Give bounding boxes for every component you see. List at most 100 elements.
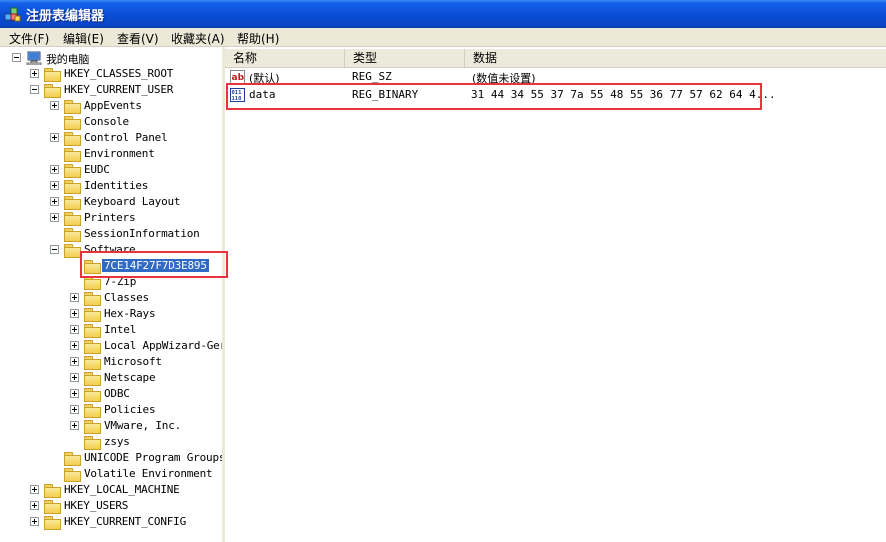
collapse-icon[interactable]: [30, 85, 39, 94]
folder-icon: [84, 372, 101, 386]
expand-icon[interactable]: [70, 357, 79, 366]
tree-node-label: Netscape: [104, 371, 156, 384]
folder-icon: [84, 388, 101, 402]
tree-node-label: Console: [84, 115, 129, 128]
expand-icon[interactable]: [70, 293, 79, 302]
folder-icon: [84, 404, 101, 418]
registry-tree[interactable]: 我的电脑 HKEY_CLASSES_ROOT HKEY_CURRENT_USER A…: [0, 47, 223, 542]
tree-node-label: zsys: [104, 435, 130, 448]
folder-icon: [44, 84, 61, 98]
tree-node-label: EUDC: [84, 163, 110, 176]
folder-icon: [64, 468, 81, 482]
tree-node-label: Control Panel: [84, 131, 168, 144]
folder-icon: [64, 180, 81, 194]
folder-icon: [44, 500, 61, 514]
svg-text:ab: ab: [232, 73, 245, 83]
value-data: 31 44 34 55 37 7a 55 48 55 36 77 57 62 6…: [471, 88, 776, 101]
folder-icon: [84, 308, 101, 322]
folder-icon: [84, 324, 101, 338]
expand-icon[interactable]: [70, 421, 79, 430]
regedit-icon: [4, 7, 21, 22]
expand-icon[interactable]: [30, 501, 39, 510]
folder-icon: [64, 148, 81, 162]
value-type: REG_SZ: [352, 70, 392, 83]
svg-text:110: 110: [232, 96, 242, 102]
expand-icon[interactable]: [30, 517, 39, 526]
folder-icon: [64, 116, 81, 130]
tree-node-label: HKEY_CURRENT_CONFIG: [64, 515, 187, 528]
tree-node-label: Identities: [84, 179, 149, 192]
column-header-type[interactable]: 类型: [345, 49, 465, 67]
window-title: 注册表编辑器: [26, 9, 105, 24]
tree-node-label: Intel: [104, 323, 137, 336]
menu-file[interactable]: 文件(F): [9, 30, 49, 47]
expand-icon[interactable]: [50, 181, 59, 190]
expand-icon[interactable]: [70, 325, 79, 334]
folder-icon: [84, 436, 101, 450]
folder-icon: [64, 196, 81, 210]
tree-node-label: Policies: [104, 403, 156, 416]
folder-icon: [64, 100, 81, 114]
expand-icon[interactable]: [70, 309, 79, 318]
expand-icon[interactable]: [70, 341, 79, 350]
tree-node-label: HKEY_LOCAL_MACHINE: [64, 483, 180, 496]
menu-favorites[interactable]: 收藏夹(A): [171, 30, 225, 47]
tree-node-label: Environment: [84, 147, 155, 160]
expand-icon[interactable]: [50, 133, 59, 142]
tree-node-label: Software: [84, 243, 136, 256]
tree-node-label: HKEY_CLASSES_ROOT: [64, 67, 174, 80]
tree-node-label: AppEvents: [84, 99, 142, 112]
tree-node-label: SessionInformation: [84, 227, 200, 240]
folder-icon: [64, 228, 81, 242]
folder-icon: [64, 452, 81, 466]
folder-icon: [64, 212, 81, 226]
expand-icon[interactable]: [50, 213, 59, 222]
tree-node-label: Classes: [104, 291, 149, 304]
expand-icon[interactable]: [70, 405, 79, 414]
menu-help[interactable]: 帮助(H): [237, 30, 279, 47]
expand-icon[interactable]: [30, 69, 39, 78]
value-data: (数值未设置): [472, 72, 536, 85]
binary-value-icon: 011 110: [230, 88, 245, 102]
folder-icon: [44, 516, 61, 530]
tree-node-label: 7-Zip: [104, 275, 137, 288]
expand-icon[interactable]: [50, 165, 59, 174]
list-header: 名称 类型 数据: [225, 49, 886, 68]
tree-node-label: UNICODE Program Groups: [84, 451, 223, 464]
folder-icon: [84, 260, 101, 274]
expand-icon[interactable]: [50, 101, 59, 110]
folder-icon: [44, 484, 61, 498]
list-row-default[interactable]: ab (默认) REG_SZ (数值未设置): [225, 69, 886, 86]
tree-node-label: HKEY_USERS: [64, 499, 129, 512]
expand-icon[interactable]: [70, 389, 79, 398]
expand-icon[interactable]: [70, 373, 79, 382]
tree-node-label: Keyboard Layout: [84, 195, 181, 208]
tree-node-label: Microsoft: [104, 355, 162, 368]
folder-icon: [64, 244, 81, 258]
expand-icon[interactable]: [50, 197, 59, 206]
collapse-icon[interactable]: [50, 245, 59, 254]
tree-node-label: Local AppWizard-Ger: [104, 339, 223, 352]
collapse-icon[interactable]: [12, 53, 21, 62]
tree-node-label: VMware, Inc.: [104, 419, 182, 432]
value-name: (默认): [249, 72, 280, 85]
folder-icon: [84, 292, 101, 306]
column-header-data[interactable]: 数据: [465, 49, 886, 67]
tree-root-label: 我的电脑: [46, 53, 90, 66]
folder-icon: [84, 420, 101, 434]
string-value-icon: ab: [230, 70, 245, 84]
expand-icon[interactable]: [30, 485, 39, 494]
title-bar[interactable]: 注册表编辑器: [0, 0, 886, 28]
column-header-name[interactable]: 名称: [225, 49, 345, 67]
folder-icon: [84, 340, 101, 354]
menu-view[interactable]: 查看(V): [117, 30, 159, 47]
tree-node-label: 7CE14F27F7D3E895: [102, 259, 209, 272]
tree-node-label: Printers: [84, 211, 136, 224]
value-type: REG_BINARY: [352, 88, 419, 101]
folder-icon: [84, 356, 101, 370]
list-row-data[interactable]: 011 110 data REG_BINARY 31 44 34 55 37 7…: [225, 87, 886, 104]
values-list[interactable]: 名称 类型 数据 ab (默认) REG_SZ (数值未设置) 011 110 …: [225, 47, 886, 542]
menu-edit[interactable]: 编辑(E): [63, 30, 104, 47]
tree-node-label: ODBC: [104, 387, 130, 400]
folder-icon: [64, 164, 81, 178]
